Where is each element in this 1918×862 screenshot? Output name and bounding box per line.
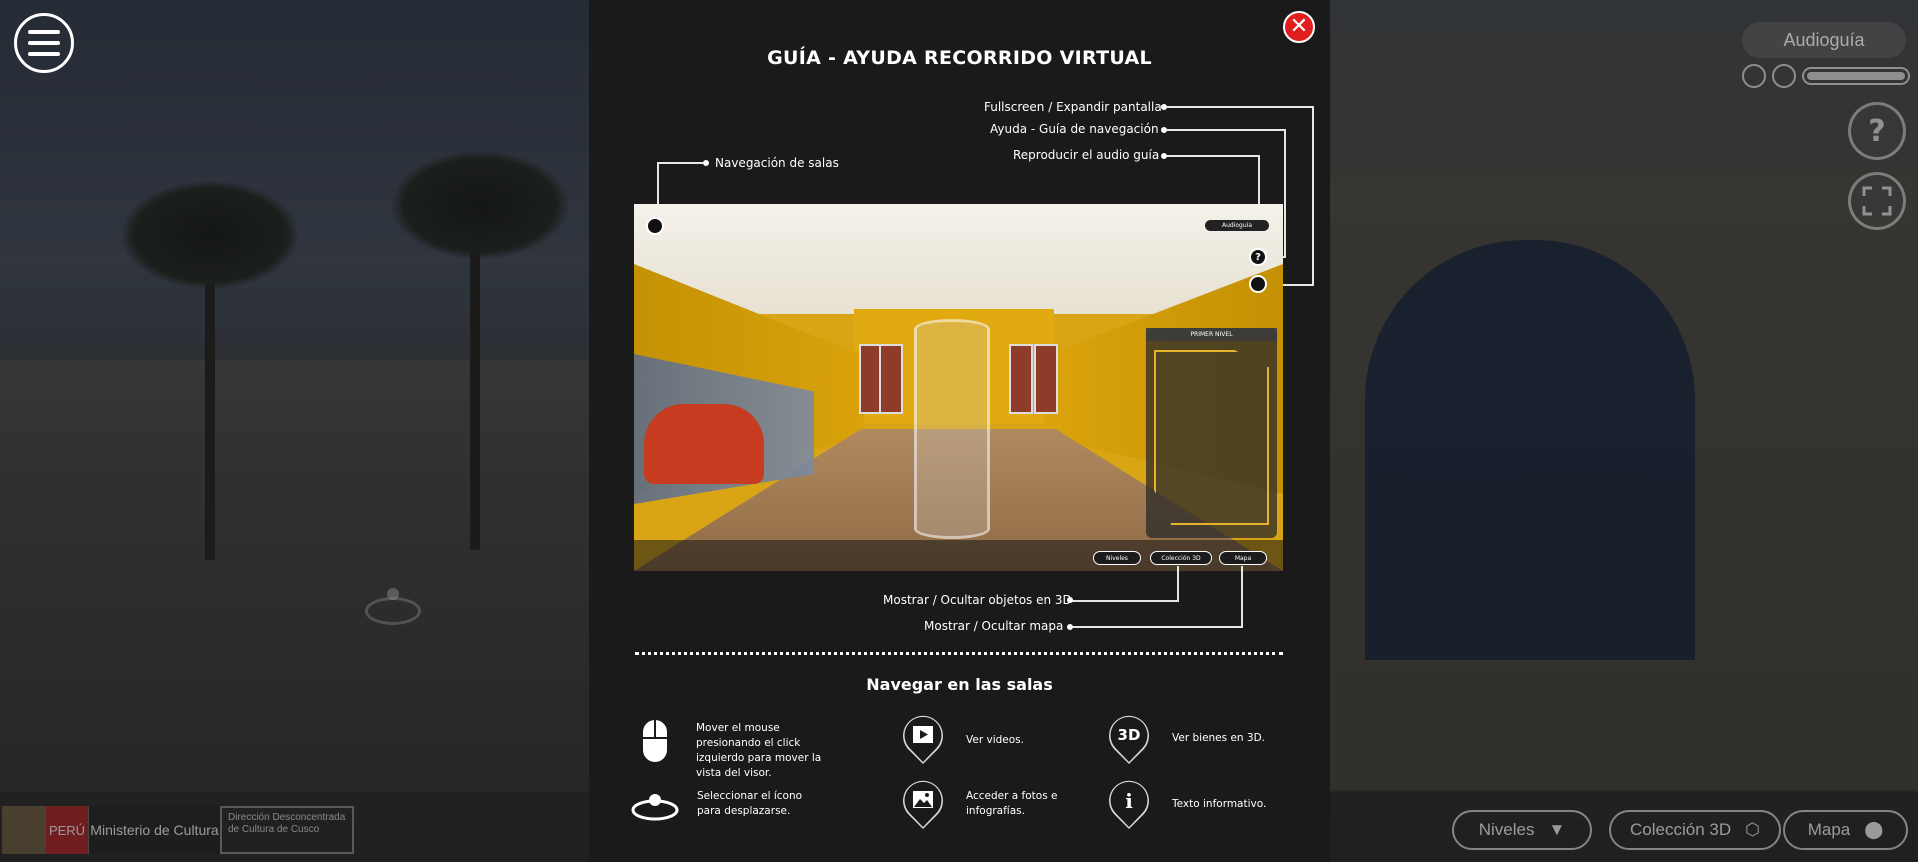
menu-button[interactable] <box>14 13 74 73</box>
connector-line <box>1166 129 1285 131</box>
section-title: Navegar en las salas <box>866 675 1053 694</box>
hamburger-icon <box>28 52 60 56</box>
help-fotos-text: Acceder a fotos e infografías. <box>966 790 1058 817</box>
preview-floor-plan <box>1154 350 1269 525</box>
modal-title: GUÍA - AYUDA RECORRIDO VIRTUAL <box>767 47 1152 69</box>
connector-line <box>1072 626 1243 628</box>
video-pin-icon <box>903 715 943 764</box>
preview-mapa-pill: Mapa <box>1219 551 1267 565</box>
expand-icon <box>1862 186 1892 216</box>
stop-button[interactable] <box>1772 64 1796 88</box>
hotspot-icon <box>631 794 679 821</box>
caret-down-icon: ▼ <box>1548 820 1566 839</box>
section-divider <box>635 652 1283 655</box>
preview-expand-icon <box>1249 275 1267 293</box>
close-button[interactable]: ✕ <box>1283 11 1315 43</box>
connector-line <box>657 162 704 164</box>
preview-textile <box>1009 344 1033 414</box>
preview-textile <box>1034 344 1058 414</box>
play-button[interactable] <box>1742 64 1766 88</box>
connector-line <box>1177 566 1179 601</box>
cube-icon: ⬡ <box>1745 820 1760 839</box>
callout-mapa: Mostrar / Ocultar mapa <box>924 619 1064 633</box>
connector-line <box>1312 106 1314 285</box>
preview-coleccion-pill: Colección 3D <box>1150 551 1212 565</box>
help-button[interactable]: ? <box>1848 102 1906 160</box>
help-icon: ? <box>1868 113 1886 149</box>
coleccion-label: Colección 3D <box>1630 820 1732 839</box>
connector-line <box>1166 155 1259 157</box>
photo-pin-icon <box>903 780 943 829</box>
logo-direction-text: Dirección Desconcentrada de Cultura de C… <box>220 806 354 854</box>
virtual-tour-viewer: Audioguía ? PERÚ Ministerio de Cultura D… <box>0 0 1918 862</box>
audioguide-panel[interactable]: Audioguía <box>1742 22 1906 58</box>
callout-navegacion: Navegación de salas <box>715 156 839 170</box>
mapa-label: Mapa <box>1807 820 1851 839</box>
help-mouse-text: Mover el mouse presionando el click izqu… <box>696 722 822 779</box>
fullscreen-button[interactable] <box>1848 172 1906 230</box>
preview-map-title: PRIMER NIVEL <box>1146 328 1277 341</box>
info-label: i <box>1125 789 1133 813</box>
preview-ceiling <box>634 204 1283 314</box>
callout-dot <box>1067 624 1073 630</box>
preview-audio-label: Audioguía <box>1205 220 1269 231</box>
preview-menu-icon <box>646 217 664 235</box>
preview-help-icon: ? <box>1249 248 1267 266</box>
ministry-logo: PERÚ Ministerio de Cultura Dirección Des… <box>2 806 356 854</box>
3d-label: 3D <box>1117 726 1141 744</box>
preview-glass-cylinder <box>914 319 990 539</box>
callout-fullscreen: Fullscreen / Expandir pantalla <box>984 100 1162 114</box>
help-bienes3d-text: Ver bienes en 3D. <box>1172 732 1266 744</box>
help-videos-text: Ver videos. <box>966 734 1024 746</box>
preview-niveles-pill: Niveles <box>1093 551 1141 565</box>
niveles-label: Niveles <box>1478 820 1535 839</box>
logo-peru-text: PERÚ <box>46 806 88 854</box>
mapa-button[interactable]: Mapa ⬤ <box>1783 810 1908 850</box>
connector-line <box>1072 600 1179 602</box>
audio-progress-bar[interactable] <box>1802 67 1910 85</box>
preview-person <box>644 404 764 484</box>
hamburger-icon <box>28 30 60 34</box>
connector-line <box>1284 129 1286 257</box>
help-hotspot-text: Seleccionar el ícono para desplazarse. <box>697 790 803 817</box>
coleccion-3d-button[interactable]: Colección 3D ⬡ <box>1609 810 1781 850</box>
map-pin-icon: ⬤ <box>1864 820 1884 839</box>
niveles-button[interactable]: Niveles ▼ <box>1452 810 1592 850</box>
logo-ministry-text: Ministerio de Cultura <box>88 806 220 854</box>
audio-progress-fill <box>1807 72 1905 80</box>
peru-crest-icon <box>2 806 46 854</box>
help-info-text: Texto informativo. <box>1172 798 1267 810</box>
hamburger-icon <box>28 41 60 45</box>
preview-textile <box>879 344 903 414</box>
connector-line <box>1241 566 1243 628</box>
mouse-icon <box>643 720 667 762</box>
connector-line <box>1166 106 1313 108</box>
callout-audio: Reproducir el audio guía <box>1013 148 1160 162</box>
audio-controls <box>1742 64 1910 88</box>
callout-ayuda: Ayuda - Guía de navegación <box>990 122 1159 136</box>
callout-objetos-3d: Mostrar / Ocultar objetos en 3D <box>883 593 1072 607</box>
